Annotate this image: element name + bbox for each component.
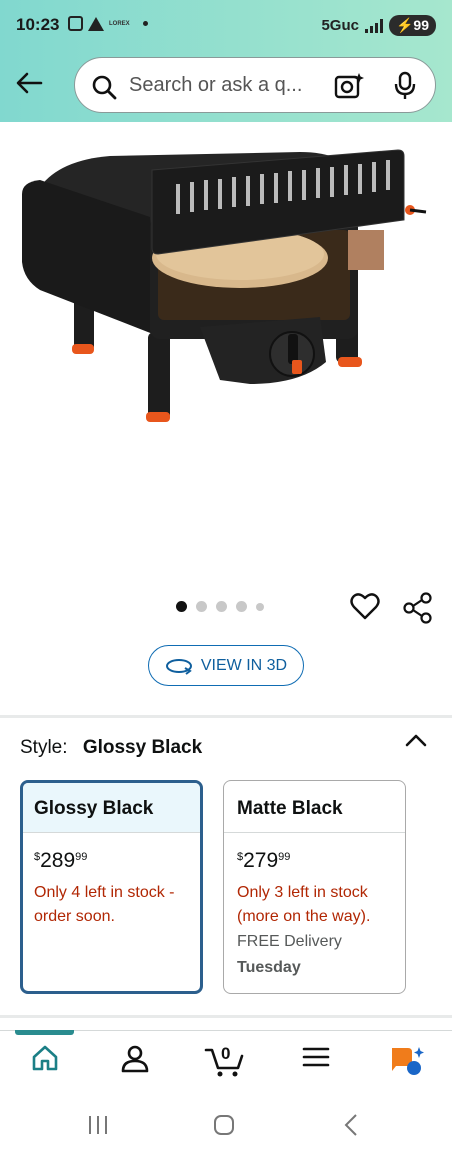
stock-status: Only 4 left in stock - order soon. [34, 884, 175, 925]
style-option-glossy-black[interactable]: Glossy Black $28999 Only 4 left in stock… [20, 780, 203, 994]
option-price: $28999 [34, 849, 88, 872]
delivery-day: Tuesday [237, 959, 301, 976]
option-price: $27999 [237, 849, 291, 872]
menu-icon[interactable] [302, 1044, 330, 1070]
system-navigation-bar [0, 1096, 452, 1158]
microphone-icon[interactable] [393, 71, 417, 101]
active-tab-indicator [15, 1030, 74, 1035]
wishlist-heart-icon[interactable] [350, 592, 380, 622]
home-icon[interactable] [31, 1044, 59, 1072]
network-type: 5Guc [321, 17, 359, 34]
image-pagination[interactable] [176, 601, 264, 612]
view-in-3d-label: VIEW IN 3D [200, 656, 288, 674]
home-button-icon[interactable] [212, 1113, 236, 1137]
style-selector-header[interactable]: Style: Glossy Black [20, 737, 202, 759]
share-icon[interactable] [402, 592, 434, 624]
rotate-3d-icon [165, 658, 192, 675]
screenshot-icon [68, 16, 83, 31]
app-notification-icon [88, 16, 104, 31]
rufus-icon[interactable] [388, 1044, 426, 1078]
signal-icon [364, 18, 383, 33]
section-divider [0, 1015, 452, 1018]
pagination-dot[interactable] [236, 601, 247, 612]
status-bar: 10:23 LOREX 5Guc ⚡99 [0, 0, 452, 52]
style-option-matte-black[interactable]: Matte Black $27999 Only 3 left in stock … [223, 780, 406, 994]
option-name: Glossy Black [23, 783, 200, 833]
style-label: Style: [20, 737, 68, 758]
cart-count: 0 [221, 1044, 231, 1063]
stock-status: Only 3 left in stock (more on the way). [237, 884, 371, 925]
back-button[interactable] [12, 66, 46, 100]
search-input[interactable]: Search or ask a q... [129, 74, 302, 97]
system-back-icon[interactable] [342, 1113, 360, 1137]
option-name: Matte Black [224, 781, 405, 833]
recent-apps-icon[interactable] [86, 1114, 110, 1136]
pagination-dot[interactable] [216, 601, 227, 612]
status-tag: LOREX [109, 20, 130, 27]
view-in-3d-button[interactable]: VIEW IN 3D [148, 645, 304, 686]
back-arrow-icon [16, 72, 43, 94]
delivery-info: FREE Delivery Tuesday [237, 933, 342, 976]
search-icon [92, 75, 117, 100]
search-bar[interactable]: Search or ask a q... [74, 57, 436, 113]
pizza-oven-image [22, 149, 427, 422]
status-time: 10:23 [16, 15, 60, 34]
product-image[interactable] [0, 122, 452, 582]
battery-level: 99 [413, 17, 429, 33]
pagination-dot[interactable] [256, 602, 264, 611]
more-notifications-icon [142, 21, 148, 26]
account-icon[interactable] [120, 1044, 150, 1074]
section-divider [0, 715, 452, 718]
pagination-dot[interactable] [176, 601, 187, 612]
camera-search-icon[interactable] [333, 71, 365, 101]
battery-indicator: ⚡99 [388, 15, 436, 36]
style-selected-value: Glossy Black [82, 737, 203, 758]
chevron-up-icon[interactable] [404, 731, 428, 751]
pagination-dot[interactable] [196, 601, 207, 612]
